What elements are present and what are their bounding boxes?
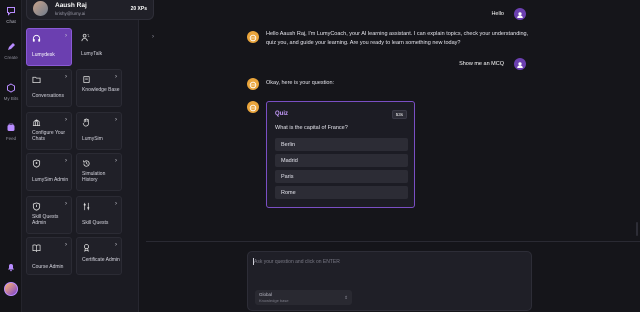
bot-avatar-icon [247,78,259,90]
tile-simulation-history[interactable]: › Simulation History [76,153,122,191]
notifications-bell[interactable] [0,262,22,272]
quiz-option-madrid[interactable]: Madrid [275,154,408,167]
tile-lumysim[interactable]: › LumySim [76,112,122,150]
icon-rail: Chat Create My Bits Feed [0,0,22,312]
rail-item-chat[interactable]: Chat [0,6,22,24]
tile-conversations[interactable]: › Conversations [26,69,72,107]
tile-certificate-admin[interactable]: › Certificate Admin [76,237,122,275]
chat-area: Hello Hello Aaush Raj, I'm LumyCoach, yo… [140,0,640,312]
tile-skill-quests-admin[interactable]: › Skill Quests Admin [26,196,72,234]
chevron-right-icon: › [115,158,117,164]
sliders-icon [83,202,90,211]
quiz-title: Quiz [275,111,288,117]
feed-icon [7,123,15,131]
knowledge-scope-select[interactable]: Global Knowledge base ⇕ [255,290,352,305]
chevron-right-icon: › [115,242,117,248]
book-icon [83,75,90,84]
chevron-right-icon: › [65,33,67,39]
certificate-icon [84,244,89,252]
quiz-option-rome[interactable]: Rome [275,186,408,199]
bot-message: Hello Aaush Raj, I'm LumyCoach, your AI … [266,31,529,46]
tile-lumysim-admin[interactable]: › LumySim Admin [26,153,72,191]
navigation-panel: Aaush Raj krishy@lumy.ai 20 XPs › Lumyde… [22,0,154,312]
chat-icon [7,7,15,16]
quiz-question: What is the capital of France? [275,125,348,131]
tile-lumydesk[interactable]: › Lumydesk [26,28,72,66]
tile-knowledge-base[interactable]: › Knowledge Base [76,69,122,107]
user-avatar-icon [514,58,526,70]
open-book-icon [32,244,41,252]
tile-skill-quests[interactable]: › Skill Quests [76,196,122,234]
cube-icon [7,83,15,93]
profile-avatar[interactable] [4,282,18,296]
user-card[interactable]: Aaush Raj krishy@lumy.ai 20 XPs [26,0,154,20]
chevron-right-icon: › [65,158,67,164]
chevron-updown-icon: ⇕ [344,295,348,300]
history-icon [83,160,90,167]
tile-lumytalk[interactable]: LumyTalk [76,28,122,66]
chevron-right-icon: › [115,117,117,123]
shield-icon [32,202,41,211]
tile-course-admin[interactable]: › Course Admin [26,237,72,275]
chevron-right-icon: › [65,74,67,80]
scrollbar[interactable] [636,222,638,236]
chevron-right-icon: › [65,117,67,123]
quiz-timer: 53s [391,110,407,119]
user-message: Show me an MCQ [140,58,526,72]
divider [146,241,640,242]
avatar [33,1,48,16]
chevron-right-icon: › [65,201,67,207]
message-composer: Global Knowledge base ⇕ [247,251,532,311]
bot-avatar-icon [247,31,259,43]
building-icon [32,119,41,127]
headphones-icon [32,34,41,42]
quiz-option-berlin[interactable]: Berlin [275,138,408,151]
chevron-right-icon: › [65,242,67,248]
tile-configure-your-chats[interactable]: › Configure Your Chats [26,112,72,150]
shield-icon [32,159,41,168]
hand-icon [82,118,89,127]
user-name: Aaush Raj [55,2,87,9]
bot-avatar-icon [247,101,259,113]
person-talk-icon [81,33,90,42]
quiz-option-paris[interactable]: Paris [275,170,408,183]
user-message: Hello [140,8,526,22]
pen-icon [8,43,15,50]
user-avatar-icon [514,8,526,20]
chevron-right-icon: › [115,201,117,207]
chevron-right-icon: › [115,74,117,80]
user-handle: krishy@lumy.ai [55,11,86,16]
bell-icon [8,264,14,272]
quiz-card: Quiz 53s What is the capital of France? … [266,101,415,208]
folder-icon [32,76,41,84]
rail-item-my-bits[interactable]: My Bits [0,83,22,101]
rail-item-feed[interactable]: Feed [0,123,22,141]
message-input[interactable] [254,257,524,267]
bot-message: Okay, here is your question: [266,80,335,86]
rail-item-create[interactable]: Create [0,42,22,60]
